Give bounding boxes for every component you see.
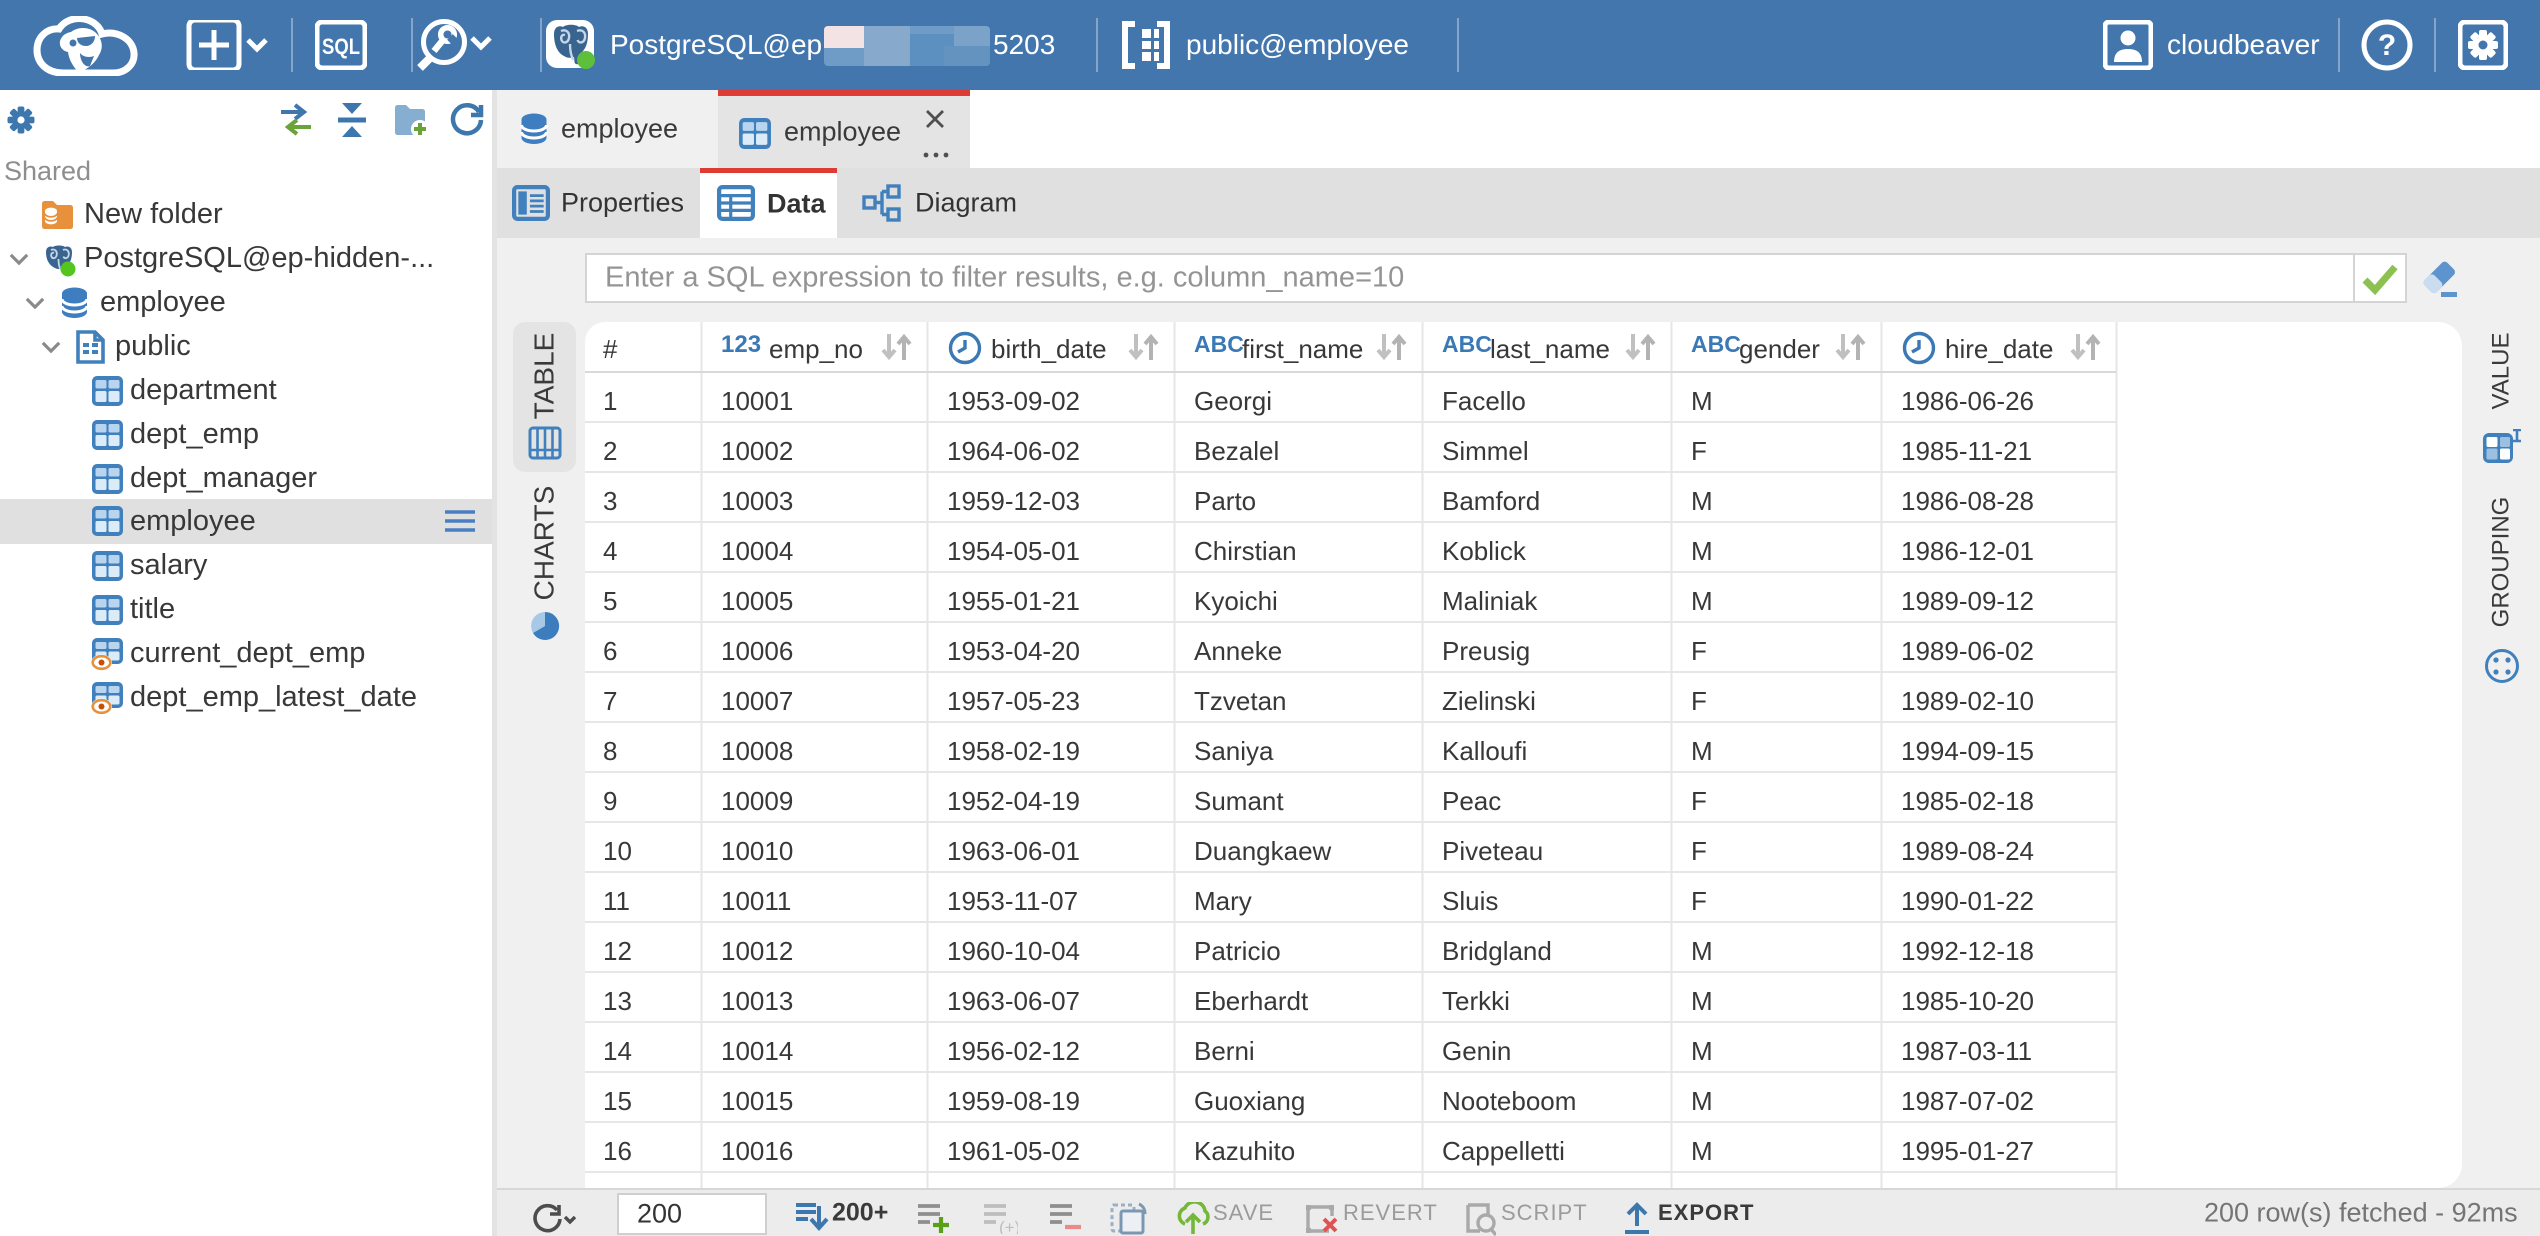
svg-text:SQL: SQL <box>322 34 360 59</box>
svg-text:?: ? <box>2378 29 2396 62</box>
svg-text:(+): (+) <box>999 1218 1018 1234</box>
